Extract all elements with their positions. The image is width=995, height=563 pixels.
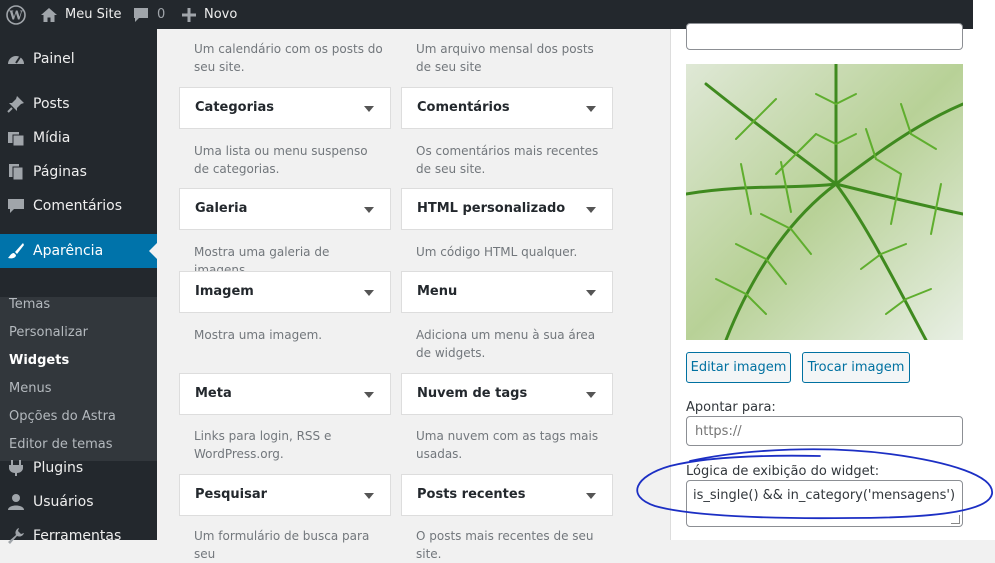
submenu-menus[interactable]: Menus (9, 381, 51, 396)
appearance-submenu: Temas Personalizar Widgets Menus Opções … (0, 297, 157, 461)
edit-image-button[interactable]: Editar imagem (686, 352, 791, 383)
widget-desc: Adiciona um menu à sua área de widgets. (416, 328, 596, 360)
dropdown-arrow-icon[interactable] (586, 106, 596, 112)
widget-desc: Um código HTML qualquer. (416, 245, 578, 259)
widget-desc: O posts mais recentes de seu site. (416, 529, 594, 561)
widget-html-personalizado[interactable]: HTML personalizado (401, 188, 613, 230)
dropdown-arrow-icon[interactable] (364, 106, 374, 112)
link-url-input[interactable] (686, 416, 963, 446)
menu-painel[interactable]: Painel (0, 42, 157, 76)
home-icon (40, 7, 58, 23)
selected-image (686, 64, 963, 340)
menu-midia[interactable]: Mídia (0, 121, 157, 155)
menu-ferramentas[interactable]: Ferramentas (0, 519, 157, 553)
widget-title: Galeria (195, 201, 248, 216)
submenu-astra[interactable]: Opções do Astra (9, 409, 116, 424)
menu-aparencia-label: Aparência (33, 243, 104, 259)
widget-meta[interactable]: Meta (179, 373, 391, 415)
dropdown-arrow-icon[interactable] (586, 392, 596, 398)
dropdown-arrow-icon[interactable] (364, 207, 374, 213)
active-arrow (149, 243, 157, 259)
widget-title: Pesquisar (195, 487, 268, 502)
wrench-icon (7, 527, 25, 545)
dropdown-arrow-icon[interactable] (364, 392, 374, 398)
widget-pesquisar[interactable]: Pesquisar (179, 474, 391, 516)
pushpin-icon (7, 95, 25, 113)
plug-icon (7, 459, 25, 477)
media-icon (7, 129, 25, 147)
comments-link[interactable]: 0 (133, 0, 165, 29)
widget-nuvem-de-tags[interactable]: Nuvem de tags (401, 373, 613, 415)
comments-count: 0 (157, 7, 166, 22)
dashboard-gauge-icon (7, 50, 25, 68)
title-input[interactable] (686, 23, 963, 50)
menu-aparencia[interactable]: Aparência (0, 234, 157, 268)
admin-sidebar: Painel Posts Mídia Páginas Comentários A… (0, 29, 157, 544)
widget-desc: Um arquivo mensal dos posts de seu site (416, 42, 594, 74)
widget-categorias[interactable]: Categorias (179, 87, 391, 129)
user-icon (7, 493, 25, 511)
menu-midia-label: Mídia (33, 130, 71, 146)
widget-desc: Um formulário de busca para seu (194, 529, 370, 561)
widget-title: Meta (195, 386, 232, 401)
widget-desc: Os comentários mais recentes de seu site… (416, 144, 599, 176)
dropdown-arrow-icon[interactable] (586, 493, 596, 499)
widget-comentarios[interactable]: Comentários (401, 87, 613, 129)
dropdown-arrow-icon[interactable] (364, 290, 374, 296)
comment-bubble-icon (133, 7, 149, 23)
menu-posts-label: Posts (33, 96, 70, 112)
menu-comentarios[interactable]: Comentários (0, 189, 157, 223)
paintbrush-icon (7, 242, 25, 260)
widget-desc: Uma lista ou menu suspenso de categorias… (194, 144, 368, 176)
menu-posts[interactable]: Posts (0, 87, 157, 121)
menu-paginas[interactable]: Páginas (0, 155, 157, 189)
submenu-widgets[interactable]: Widgets (9, 353, 69, 368)
menu-usuarios[interactable]: Usuários (0, 485, 157, 519)
widget-title: Comentários (417, 100, 510, 115)
link-label: Apontar para: (686, 400, 776, 415)
menu-usuarios-label: Usuários (33, 494, 94, 510)
widget-desc: Um calendário com os posts do seu site. (194, 42, 383, 74)
widget-title: Nuvem de tags (417, 386, 528, 401)
widget-title: Imagem (195, 284, 254, 299)
new-content-link[interactable]: Novo (182, 0, 237, 29)
menu-painel-label: Painel (33, 51, 75, 67)
dropdown-arrow-icon[interactable] (364, 493, 374, 499)
new-label: Novo (204, 7, 238, 22)
menu-plugins[interactable]: Plugins (0, 451, 157, 485)
widget-posts-recentes[interactable]: Posts recentes (401, 474, 613, 516)
plus-icon (182, 7, 196, 22)
dropdown-arrow-icon[interactable] (586, 207, 596, 213)
submenu-personalizar[interactable]: Personalizar (9, 325, 88, 340)
fern-photo (686, 64, 963, 340)
widget-menu[interactable]: Menu (401, 271, 613, 313)
pages-icon (7, 163, 25, 181)
annotation-ellipse (636, 448, 993, 520)
widget-title: Menu (417, 284, 458, 299)
widget-title: Categorias (195, 100, 274, 115)
menu-plugins-label: Plugins (33, 460, 84, 476)
dropdown-arrow-icon[interactable] (586, 290, 596, 296)
site-link[interactable]: Meu Site (40, 0, 122, 29)
widget-title: HTML personalizado (417, 201, 566, 216)
submenu-editor[interactable]: Editor de temas (9, 437, 113, 452)
comment-icon (7, 197, 25, 215)
replace-image-button[interactable]: Trocar imagem (802, 352, 910, 383)
widget-desc: Mostra uma imagem. (194, 328, 323, 342)
widget-title: Posts recentes (417, 487, 526, 502)
widget-galeria[interactable]: Galeria (179, 188, 391, 230)
wordpress-logo-icon[interactable]: W (6, 0, 26, 29)
widget-imagem[interactable]: Imagem (179, 271, 391, 313)
widget-desc: Uma nuvem com as tags mais usadas. (416, 429, 599, 461)
submenu-temas[interactable]: Temas (9, 297, 50, 312)
widget-desc: Links para login, RSS e WordPress.org. (194, 429, 332, 461)
site-name: Meu Site (65, 7, 122, 22)
menu-ferramentas-label: Ferramentas (33, 528, 122, 544)
svg-text:W: W (8, 8, 23, 22)
menu-paginas-label: Páginas (33, 164, 87, 180)
menu-comentarios-label: Comentários (33, 198, 123, 214)
